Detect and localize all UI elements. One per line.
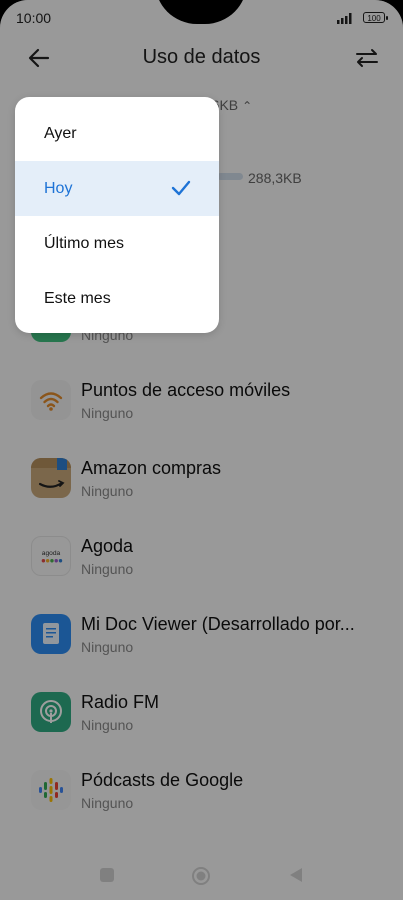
option-label: Último mes	[44, 235, 125, 252]
dropdown-option-ultimo-mes[interactable]: Último mes	[15, 216, 219, 271]
option-label: Hoy	[44, 180, 73, 197]
dropdown-option-ayer[interactable]: Ayer	[15, 106, 219, 161]
checkmark-icon	[171, 180, 191, 196]
option-label: Este mes	[44, 290, 111, 307]
period-dropdown-menu: Ayer Hoy Último mes Este mes	[15, 97, 219, 333]
dropdown-option-este-mes[interactable]: Este mes	[15, 271, 219, 326]
dropdown-option-hoy[interactable]: Hoy	[15, 161, 219, 216]
option-label: Ayer	[44, 125, 77, 142]
screen: 10:00 100 Uso de datos 4,6KB⌃ sistema 28…	[0, 0, 403, 900]
